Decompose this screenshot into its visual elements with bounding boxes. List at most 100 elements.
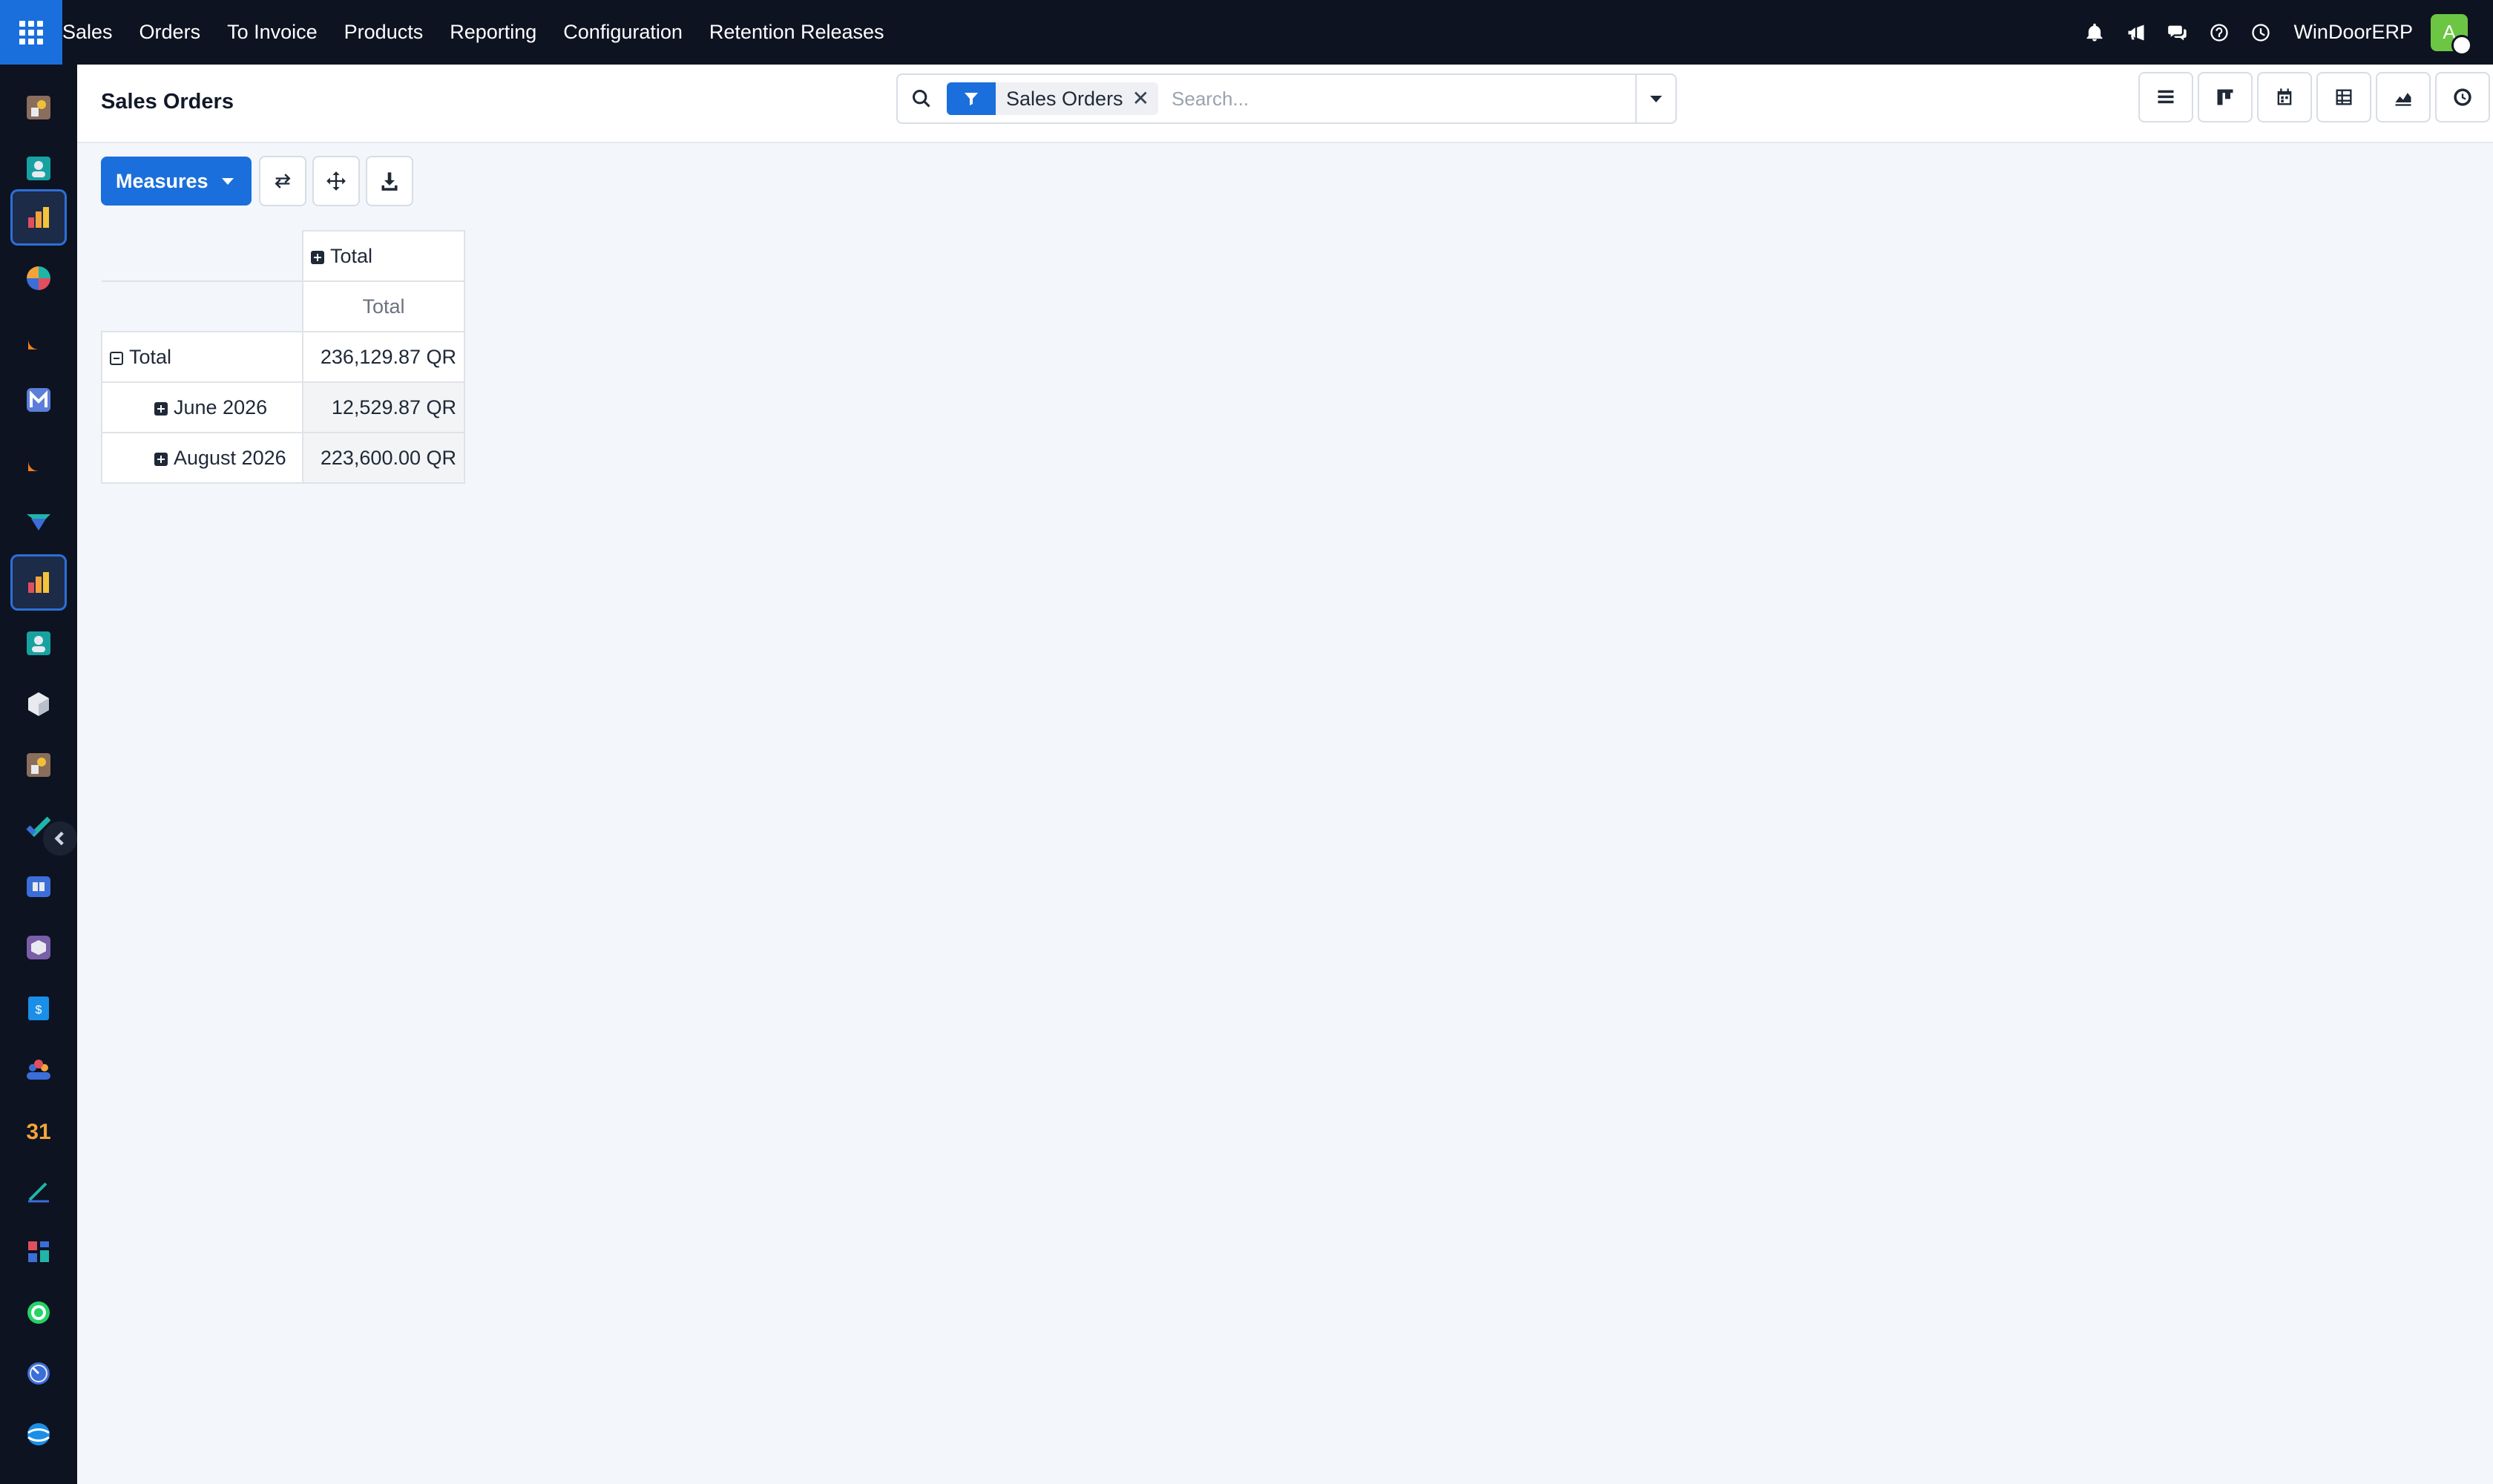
discuss-app-icon[interactable]	[10, 250, 67, 306]
pivot-corner	[102, 281, 303, 332]
row-header-total[interactable]: Total	[101, 331, 303, 383]
graph-view-icon	[2395, 93, 2411, 106]
activity-view-icon	[2454, 88, 2471, 106]
website-app-icon[interactable]	[10, 1406, 67, 1462]
help-icon[interactable]	[2198, 0, 2240, 65]
sign-app-icon[interactable]	[10, 1163, 67, 1219]
megaphone-icon[interactable]	[2115, 0, 2157, 65]
search-icon[interactable]	[898, 75, 945, 122]
search-bar: Sales Orders ✕	[896, 73, 1677, 124]
employees-app-icon[interactable]	[10, 615, 67, 672]
breadcrumb: Sales Orders	[101, 65, 234, 139]
expand-all-icon	[326, 171, 346, 191]
menu-retention-releases[interactable]: Retention Releases	[709, 21, 884, 44]
sidebar-collapse-button[interactable]	[43, 821, 77, 856]
cell-august-2026[interactable]: 223,600.00 QR	[302, 432, 465, 484]
caret-down-icon	[221, 177, 234, 185]
kanban-view-icon	[2217, 89, 2233, 105]
row-header-june-2026[interactable]: June 2026	[101, 381, 303, 433]
download-icon	[381, 172, 398, 191]
graph-view-button[interactable]	[2376, 72, 2431, 122]
sales-reporting-app-icon[interactable]	[10, 554, 67, 611]
chat-icon[interactable]	[2157, 0, 2198, 65]
calendar-view-button[interactable]	[2257, 72, 2312, 122]
row-header-label: June 2026	[174, 395, 268, 418]
dashboard-app-icon[interactable]	[10, 79, 67, 136]
pivot-view-icon	[2336, 89, 2352, 105]
activity-view-button[interactable]	[2435, 72, 2490, 122]
team-app-icon[interactable]	[10, 1041, 67, 1097]
chevron-left-icon	[54, 831, 64, 846]
company-switcher[interactable]: WinDoorERP	[2293, 21, 2413, 44]
calendar-view-icon	[2277, 88, 2292, 105]
measure-header[interactable]: Total	[302, 280, 465, 332]
contacts-app-icon[interactable]	[10, 140, 67, 197]
flip-axis-button[interactable]	[258, 156, 306, 206]
invoicing-app-icon[interactable]: $	[10, 980, 67, 1037]
view-switcher	[2134, 72, 2490, 122]
chat-app-icon[interactable]	[10, 311, 67, 367]
col-header-label: Total	[330, 244, 373, 267]
measures-button[interactable]: Measures	[101, 157, 252, 206]
row-header-label: August 2026	[174, 446, 286, 469]
list-view-icon	[2158, 90, 2174, 104]
svg-text:$: $	[36, 1004, 42, 1017]
cell-total[interactable]: 236,129.87 QR	[302, 331, 465, 383]
list-view-button[interactable]	[2138, 72, 2193, 122]
sales-app-icon[interactable]	[10, 189, 67, 246]
bell-icon[interactable]	[2074, 0, 2115, 65]
expand-icon	[311, 250, 324, 264]
calendar-glyph: 31	[26, 1120, 50, 1144]
pivot-corner	[102, 231, 303, 282]
measure-header-label: Total	[362, 295, 405, 318]
cell-value: 12,529.87 QR	[331, 395, 456, 418]
menu-to-invoice[interactable]: To Invoice	[227, 21, 318, 44]
menu-configuration[interactable]: Configuration	[563, 21, 683, 44]
collapse-icon	[110, 351, 123, 365]
pivot-toolbar: Measures	[101, 156, 413, 206]
app-menu-button[interactable]	[0, 0, 62, 65]
measures-label: Measures	[116, 169, 208, 192]
row-header-label: Total	[129, 345, 172, 368]
livechat-app-icon[interactable]	[10, 433, 67, 489]
pivot-view-button[interactable]	[2316, 72, 2371, 122]
clock-icon[interactable]	[2240, 0, 2282, 65]
menu-orders[interactable]: Orders	[139, 21, 201, 44]
knowledge-app-icon[interactable]	[10, 858, 67, 915]
apps-sidebar: $ 31	[0, 65, 77, 1484]
whatsapp-app-icon[interactable]	[10, 1284, 67, 1341]
dashboards-app-icon[interactable]	[10, 1224, 67, 1280]
col-header-total[interactable]: Total	[302, 230, 465, 282]
cell-june-2026[interactable]: 12,529.87 QR	[302, 381, 465, 433]
timer-app-icon[interactable]	[10, 1345, 67, 1402]
top-menu: Sales Orders To Invoice Products Reporti…	[62, 0, 884, 65]
pos-app-icon[interactable]	[10, 737, 67, 793]
search-options-toggle[interactable]	[1635, 75, 1675, 122]
cell-value: 236,129.87 QR	[320, 345, 456, 368]
calendar-app-icon[interactable]: 31	[10, 1102, 67, 1158]
systray: WinDoorERP A	[2074, 0, 2493, 65]
facet-value: Sales Orders	[1006, 87, 1123, 110]
facet-remove-button[interactable]: ✕	[1132, 88, 1158, 109]
filter-icon	[947, 82, 996, 115]
menu-sales[interactable]: Sales	[62, 21, 113, 44]
control-panel: Sales Orders Sales Orders ✕	[77, 65, 2493, 143]
search-input[interactable]	[1170, 86, 1635, 111]
kanban-view-button[interactable]	[2198, 72, 2253, 122]
menu-products[interactable]: Products	[344, 21, 424, 44]
mail-app-icon[interactable]	[10, 372, 67, 428]
presence-dot	[2451, 34, 2472, 56]
page-title: Sales Orders	[101, 89, 234, 114]
inventory-app-icon[interactable]	[10, 676, 67, 732]
row-header-august-2026[interactable]: August 2026	[101, 432, 303, 484]
download-button[interactable]	[365, 156, 413, 206]
pivot-table: Total Total Total 236,129.87 QR June 202…	[101, 230, 465, 484]
flip-axis-icon	[275, 174, 291, 188]
caret-down-icon	[1650, 95, 1662, 102]
purchase-app-icon[interactable]	[10, 919, 67, 976]
avatar[interactable]: A	[2431, 13, 2472, 56]
search-facet: Sales Orders ✕	[947, 82, 1159, 115]
menu-reporting[interactable]: Reporting	[450, 21, 536, 44]
marketing-app-icon[interactable]	[10, 493, 67, 550]
expand-all-button[interactable]	[312, 156, 360, 206]
